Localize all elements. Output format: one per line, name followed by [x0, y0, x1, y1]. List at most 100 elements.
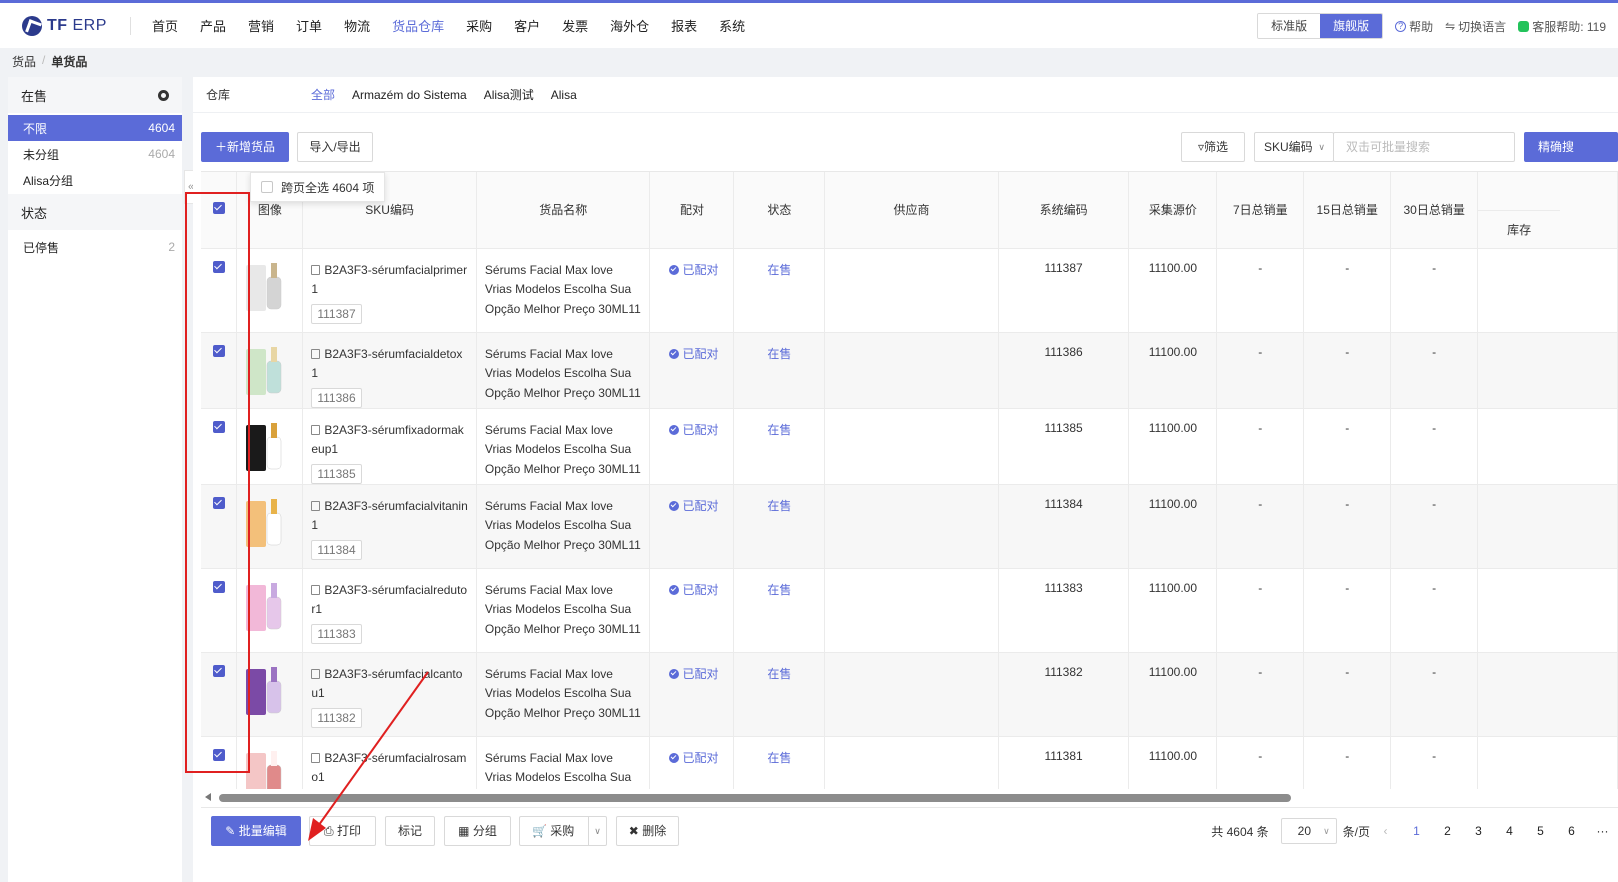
- select-all-pages-popup[interactable]: 跨页全选 4604 项: [250, 172, 386, 202]
- row-status[interactable]: 在售: [742, 581, 816, 598]
- header-sales-15d[interactable]: 15日总销量: [1303, 172, 1392, 249]
- batch-search-input[interactable]: 双击可批量搜索: [1333, 132, 1515, 162]
- table-row[interactable]: B2A3F3-sérumfacialprimer1 111387 Sérums Fa…: [201, 248, 1618, 333]
- header-sales-30d[interactable]: 30日总销量: [1390, 172, 1479, 249]
- nav-item-inventory[interactable]: 货品仓库: [392, 16, 444, 35]
- row-sku[interactable]: B2A3F3-sérumfacialprimer1: [311, 263, 467, 296]
- page-3-button[interactable]: 3: [1463, 824, 1494, 838]
- search-field-select[interactable]: SKU编码 ∨: [1254, 132, 1334, 162]
- product-thumbnail[interactable]: [245, 493, 287, 553]
- row-status[interactable]: 在售: [742, 665, 816, 682]
- row-checkbox[interactable]: [212, 664, 225, 677]
- exact-search-button[interactable]: 精确搜: [1524, 132, 1618, 162]
- row-checkbox[interactable]: [212, 260, 225, 273]
- nav-item-orders[interactable]: 订单: [296, 16, 322, 35]
- copy-icon[interactable]: [311, 264, 321, 275]
- chevron-down-icon[interactable]: ∨: [588, 817, 606, 845]
- product-thumbnail[interactable]: [245, 661, 287, 721]
- row-match-status[interactable]: 已配对: [682, 667, 718, 681]
- row-match-status[interactable]: 已配对: [682, 423, 718, 437]
- delete-button[interactable]: ✖ 删除: [616, 816, 679, 846]
- product-thumbnail[interactable]: [245, 341, 287, 401]
- row-match-status[interactable]: 已配对: [682, 583, 718, 597]
- table-row[interactable]: B2A3F3-sérumfixadormakeup1 111385 Sérums F…: [201, 408, 1618, 485]
- purchase-button[interactable]: 🛒 采购 ∨: [519, 816, 607, 846]
- nav-item-reports[interactable]: 报表: [671, 16, 697, 35]
- product-thumbnail[interactable]: [245, 745, 287, 790]
- nav-item-system[interactable]: 系统: [719, 16, 745, 35]
- table-row[interactable]: B2A3F3-sérumfacialcantou1 111382 Sérums Fa…: [201, 652, 1618, 737]
- row-sku[interactable]: B2A3F3-sérumfacialcantou1: [311, 667, 462, 700]
- language-switch[interactable]: ⇋ 切换语言: [1445, 18, 1506, 35]
- warehouse-option-all[interactable]: 全部: [311, 86, 335, 103]
- mark-button[interactable]: 标记: [385, 816, 435, 846]
- row-match-status[interactable]: 已配对: [682, 347, 718, 361]
- copy-icon[interactable]: [311, 500, 321, 511]
- row-status[interactable]: 在售: [742, 345, 816, 362]
- nav-item-home[interactable]: 首页: [152, 16, 178, 35]
- select-all-pages-checkbox[interactable]: [261, 181, 273, 193]
- nav-item-marketing[interactable]: 营销: [248, 16, 274, 35]
- breadcrumb-parent[interactable]: 货品: [12, 53, 36, 70]
- row-checkbox[interactable]: [212, 420, 225, 433]
- row-match-status[interactable]: 已配对: [682, 263, 718, 277]
- page-4-button[interactable]: 4: [1494, 824, 1525, 838]
- scroll-thumb[interactable]: [219, 794, 1291, 802]
- sidebar-item-alisa-group[interactable]: Alisa分组: [8, 167, 182, 193]
- row-checkbox[interactable]: [212, 496, 225, 509]
- edition-flagship-button[interactable]: 旗舰版: [1320, 14, 1383, 38]
- row-sku[interactable]: B2A3F3-sérumfixadormakeup1: [311, 423, 463, 456]
- product-thumbnail[interactable]: [245, 417, 287, 477]
- sidebar-item-discontinued[interactable]: 已停售 2: [8, 234, 182, 260]
- warehouse-option-alisa[interactable]: Alisa: [551, 88, 577, 102]
- copy-icon[interactable]: [311, 424, 321, 435]
- select-all-checkbox[interactable]: [212, 202, 225, 215]
- row-checkbox[interactable]: [212, 748, 225, 761]
- help-link[interactable]: ? 帮助: [1395, 18, 1433, 35]
- row-status[interactable]: 在售: [742, 497, 816, 514]
- row-match-status[interactable]: 已配对: [682, 499, 718, 513]
- filter-button[interactable]: ▿筛选: [1181, 132, 1245, 162]
- row-sku[interactable]: B2A3F3-sérumfacialredutor1: [311, 583, 467, 616]
- nav-item-products[interactable]: 产品: [200, 16, 226, 35]
- row-match-status[interactable]: 已配对: [682, 751, 718, 765]
- prev-page-button[interactable]: ‹: [1370, 824, 1401, 838]
- group-button[interactable]: ▦ 分组: [444, 816, 511, 846]
- copy-icon[interactable]: [311, 348, 321, 359]
- gear-icon[interactable]: [158, 89, 169, 101]
- horizontal-scrollbar[interactable]: [201, 791, 1618, 803]
- scroll-left-arrow[interactable]: [205, 793, 211, 801]
- warehouse-option-system[interactable]: Armazém do Sistema: [352, 88, 467, 102]
- page-5-button[interactable]: 5: [1525, 824, 1556, 838]
- page-size-select[interactable]: 20 ∨: [1280, 818, 1337, 844]
- row-status[interactable]: 在售: [742, 421, 816, 438]
- nav-item-customers[interactable]: 客户: [514, 16, 540, 35]
- header-sales-7d[interactable]: 7日总销量: [1216, 172, 1305, 249]
- sidebar-item-ungrouped[interactable]: 未分组 4604: [8, 141, 182, 167]
- nav-item-purchase[interactable]: 采购: [466, 16, 492, 35]
- copy-icon[interactable]: [311, 668, 321, 679]
- row-checkbox[interactable]: [212, 580, 225, 593]
- page-6-button[interactable]: 6: [1556, 824, 1587, 838]
- table-row[interactable]: B2A3F3-sérumfacialvitanin1 111384 Sérums F…: [201, 484, 1618, 569]
- page-2-button[interactable]: 2: [1432, 824, 1463, 838]
- copy-icon[interactable]: [311, 752, 321, 763]
- row-checkbox[interactable]: [212, 344, 225, 357]
- table-row[interactable]: B2A3F3-sérumfacialredutor1 111383 Sérums F…: [201, 568, 1618, 653]
- page-1-button[interactable]: 1: [1401, 824, 1432, 838]
- row-status[interactable]: 在售: [742, 261, 816, 278]
- more-pages-button[interactable]: ···: [1587, 824, 1618, 838]
- sidebar-item-all[interactable]: 不限 4604: [8, 115, 182, 141]
- product-thumbnail[interactable]: [245, 257, 287, 317]
- app-logo[interactable]: TF ERP: [22, 15, 130, 36]
- batch-edit-button[interactable]: ✎ 批量编辑: [211, 816, 301, 846]
- row-sku[interactable]: B2A3F3-sérumfacialrosam o1: [311, 751, 466, 784]
- table-row[interactable]: B2A3F3-sérumfacialdetox1 111386 Sérums Fac…: [201, 332, 1618, 409]
- nav-item-overseas-warehouse[interactable]: 海外仓: [610, 16, 649, 35]
- row-status[interactable]: 在售: [742, 749, 816, 766]
- nav-item-invoices[interactable]: 发票: [562, 16, 588, 35]
- add-product-button[interactable]: ＋新增货品: [201, 132, 289, 162]
- import-export-button[interactable]: 导入/导出: [297, 132, 373, 162]
- copy-icon[interactable]: [311, 584, 321, 595]
- support-link[interactable]: 客服帮助: 119: [1518, 18, 1606, 35]
